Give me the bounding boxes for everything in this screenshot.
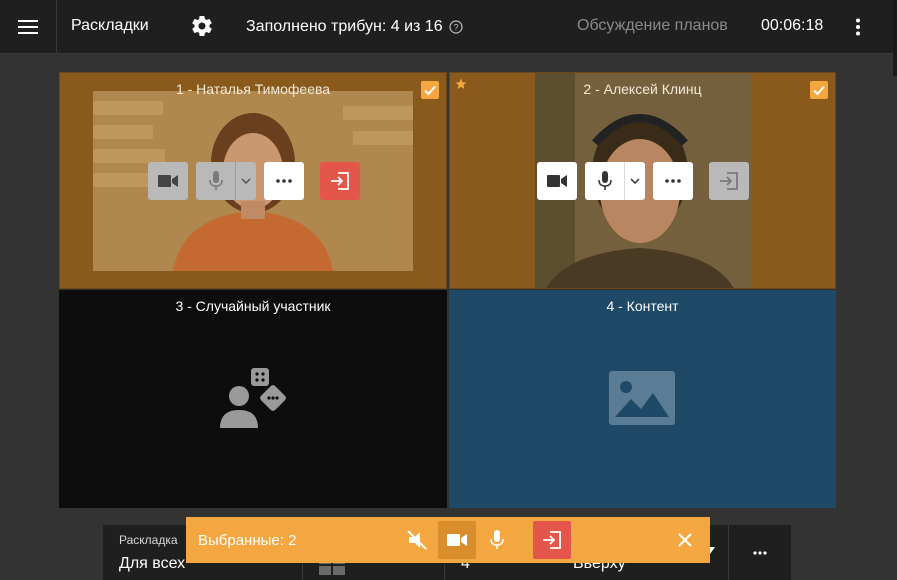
mic-button-group[interactable]: [585, 162, 645, 200]
page-title: Раскладки: [71, 17, 149, 34]
mic-icon: [490, 530, 504, 549]
clear-selection-button[interactable]: [666, 521, 704, 559]
selected-mic-button[interactable]: [478, 521, 516, 559]
tile-4[interactable]: 4 - Контент: [449, 290, 836, 508]
menu-button[interactable]: [0, 0, 57, 54]
random-user-icon: [220, 368, 286, 428]
tile-label: 1 - Наталья Тимофеева: [175, 81, 331, 97]
camera-icon: [158, 175, 178, 187]
selection-bar: Выбранные: 2: [186, 517, 710, 563]
tile-3[interactable]: 3 - Случайный участник: [59, 290, 447, 508]
close-icon: [678, 533, 692, 547]
layout-value: Для всех: [119, 555, 186, 572]
star-icon: [455, 78, 467, 89]
mic-dropdown-button[interactable]: [235, 162, 255, 200]
help-button[interactable]: ?: [448, 20, 463, 34]
svg-text:?: ?: [453, 23, 458, 33]
selection-count: Выбранные: 2: [198, 532, 297, 549]
camera-icon: [447, 534, 467, 546]
more-horiz-icon: [665, 179, 681, 183]
mic-icon: [598, 171, 612, 190]
top-header: Раскладки Заполнено трибун: 4 из 16 ? Об…: [0, 0, 897, 54]
selected-camera-button[interactable]: [438, 521, 476, 559]
meeting-name: Обсуждение планов: [577, 17, 728, 34]
scroll-edge: [893, 0, 897, 76]
chevron-down-icon: [629, 178, 640, 184]
remove-from-stand-button[interactable]: [709, 162, 749, 200]
mute-all-button[interactable]: [398, 521, 436, 559]
mic-button[interactable]: [197, 162, 235, 200]
tile-label: 2 - Алексей Клинц: [583, 81, 702, 97]
mute-all-icon: [407, 530, 427, 550]
more-options-button[interactable]: [844, 13, 872, 41]
camera-button[interactable]: [148, 162, 188, 200]
more-horiz-icon: [753, 550, 767, 555]
settings-button[interactable]: [190, 14, 214, 38]
image-icon: [609, 371, 675, 425]
filled-stands-text: Заполнено трибун: 4 из 16: [246, 18, 443, 35]
camera-icon: [547, 175, 567, 187]
mic-dropdown-button[interactable]: [624, 162, 644, 200]
tile-label: 3 - Случайный участник: [175, 298, 331, 314]
exit-icon: [543, 531, 561, 549]
tile-select-checkbox[interactable]: [810, 81, 828, 99]
more-actions-button[interactable]: [264, 162, 304, 200]
mic-icon: [209, 171, 223, 190]
chevron-down-icon: [240, 178, 251, 184]
more-actions-button[interactable]: [653, 162, 693, 200]
tile-select-checkbox[interactable]: [421, 81, 439, 99]
toolbar-more-button[interactable]: [728, 525, 791, 580]
more-vert-icon: [856, 18, 860, 36]
gear-icon: [192, 16, 212, 37]
tile-1[interactable]: 1 - Наталья Тимофеева: [59, 72, 447, 289]
check-icon: [424, 85, 436, 96]
exit-icon: [331, 172, 349, 190]
mic-button[interactable]: [586, 162, 624, 200]
selected-remove-button[interactable]: [533, 521, 571, 559]
check-icon: [813, 85, 825, 96]
help-icon: ?: [448, 20, 463, 34]
filled-stands-info: Заполнено трибун: 4 из 16 ?: [246, 18, 463, 36]
mic-button-group[interactable]: [196, 162, 256, 200]
more-horiz-icon: [276, 179, 292, 183]
menu-icon: [18, 20, 38, 34]
tile-2[interactable]: 2 - Алексей Клинц: [449, 72, 836, 289]
meeting-timer: 00:06:18: [761, 17, 824, 34]
camera-button[interactable]: [537, 162, 577, 200]
remove-from-stand-button[interactable]: [320, 162, 360, 200]
layout-label: Раскладка: [119, 533, 178, 547]
tile-label: 4 - Контент: [606, 298, 679, 314]
exit-icon: [720, 172, 738, 190]
